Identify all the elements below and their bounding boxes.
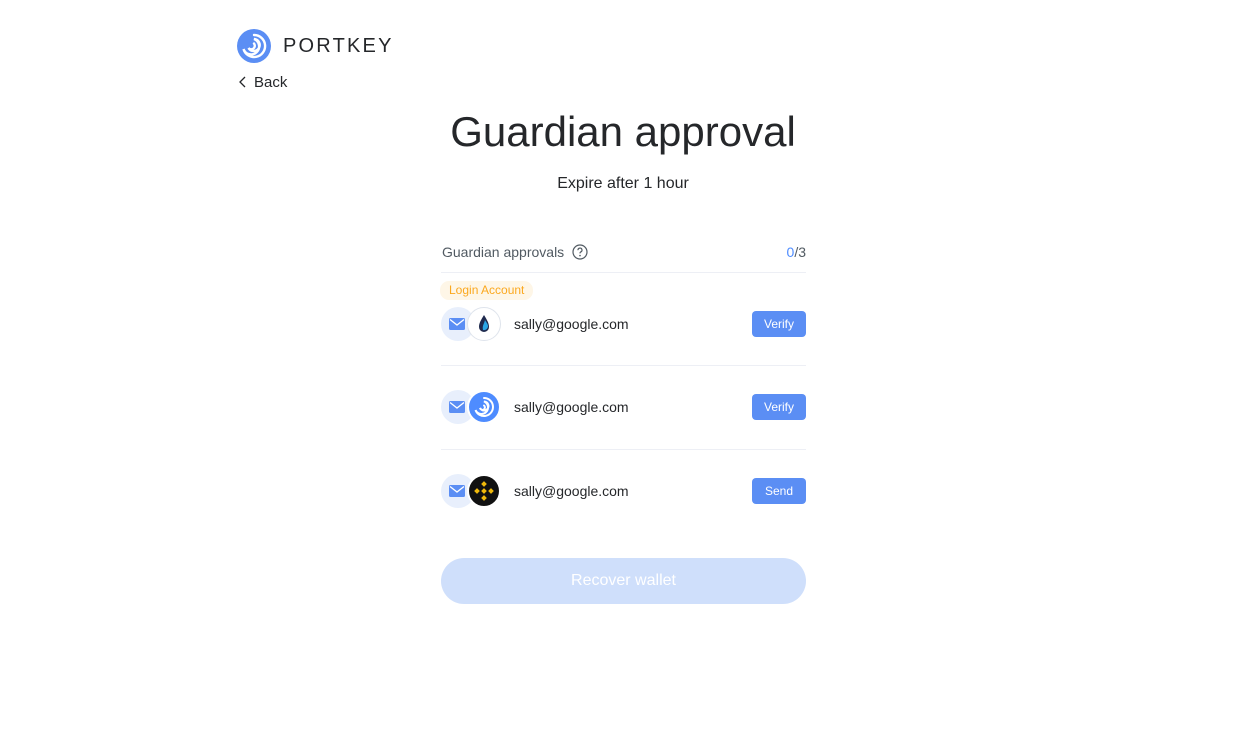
approval-count: 0/3 <box>787 244 806 260</box>
portkey-swirl-icon <box>237 29 271 63</box>
binance-verifier-icon <box>467 474 501 508</box>
blue-drop-verifier-icon <box>467 307 501 341</box>
guardian-icons <box>441 390 501 424</box>
guardian-icons <box>441 474 501 508</box>
brand-name: PORTKEY <box>283 34 394 57</box>
back-link[interactable]: Back <box>238 71 287 93</box>
approvals-header: Guardian approvals 0/3 <box>441 232 806 273</box>
login-account-tag: Login Account <box>440 281 534 300</box>
guardian-email: sally@google.com <box>514 483 629 499</box>
portkey-logo: PORTKEY <box>237 29 394 63</box>
total-count: 3 <box>798 244 806 260</box>
guardian-item: sally@google.com Send <box>441 450 806 534</box>
question-icon[interactable] <box>572 244 588 260</box>
page-title: Guardian approval <box>450 108 796 155</box>
send-button[interactable]: Send <box>752 478 806 504</box>
guardian-email: sally@google.com <box>514 399 629 415</box>
chevron-left-icon <box>239 76 246 88</box>
recover-wallet-button[interactable]: Recover wallet <box>441 558 806 604</box>
guardian-email: sally@google.com <box>514 316 629 332</box>
guardian-icons <box>441 307 501 341</box>
back-label: Back <box>254 73 288 91</box>
portkey-verifier-icon <box>467 390 501 424</box>
guardian-item: Login Account sally@google.com Verify <box>440 273 806 366</box>
approvals-label: Guardian approvals <box>442 244 565 260</box>
verify-button[interactable]: Verify <box>752 394 806 420</box>
expiry-subtitle: Expire after 1 hour <box>557 175 689 192</box>
guardian-panel: Guardian approvals 0/3 Login Account sal… <box>440 232 806 534</box>
verify-button[interactable]: Verify <box>752 311 806 337</box>
guardian-item: sally@google.com Verify <box>441 366 806 450</box>
